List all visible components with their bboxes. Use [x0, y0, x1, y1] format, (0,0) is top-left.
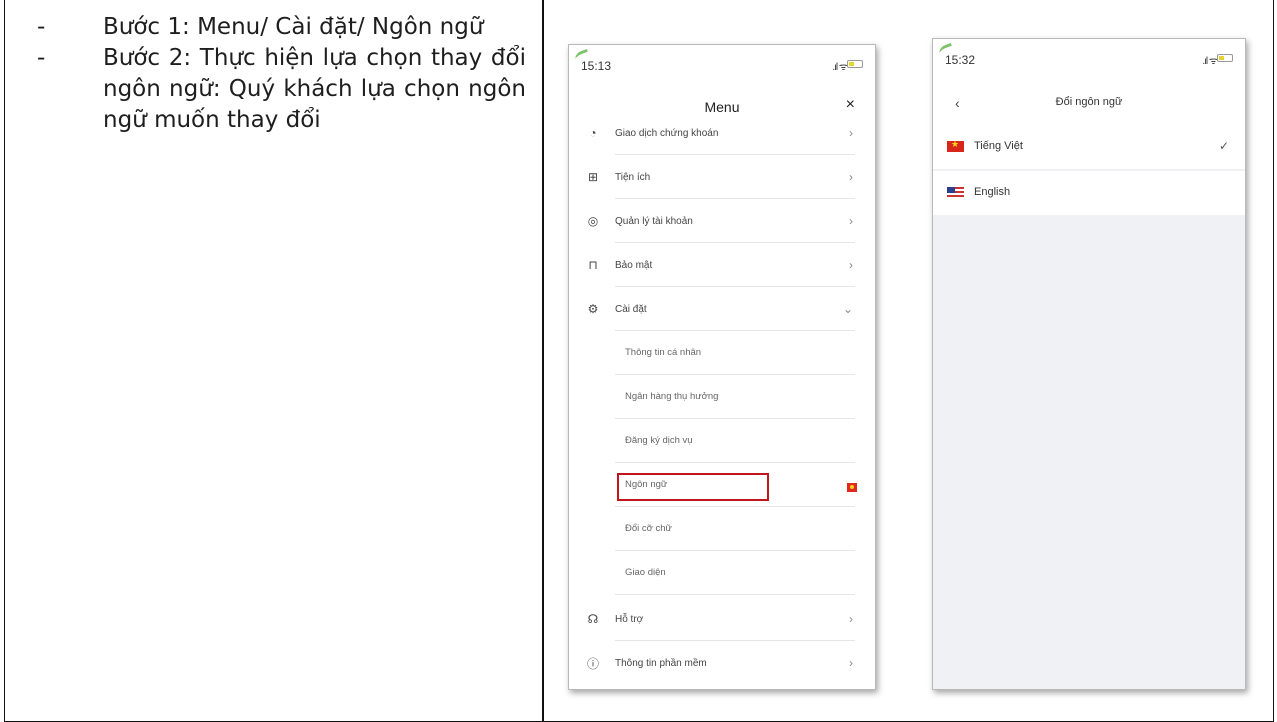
step-text: Bước 2: Thực hiện lựa chọn thay đổi ngôn… [103, 45, 526, 133]
submenu-item-label: Thông tin cá nhân [625, 347, 702, 358]
status-time: 15:13 [581, 59, 612, 73]
submenu-item-label: Ngân hàng thụ hưởng [625, 391, 719, 402]
step-bullet: - [37, 45, 46, 71]
headset-icon: ☊ [587, 612, 599, 626]
submenu-item-service-registration[interactable]: Đăng ký dịch vụ [569, 419, 875, 463]
gear-icon: ⚙ [587, 302, 599, 316]
vietnam-flag-icon [947, 139, 964, 152]
submenu-item-font-size[interactable]: Đổi cỡ chữ [569, 507, 875, 551]
menu-item-label: Quản lý tài khoản [615, 215, 693, 227]
language-option-english[interactable]: English [933, 171, 1245, 215]
menu-item-label: Cài đặt [615, 303, 647, 315]
stock-icon: ◔ [589, 126, 597, 140]
step-bullet: - [37, 14, 46, 40]
menu-item-label: Thông tin phần mềm [615, 657, 707, 669]
submenu-item-theme[interactable]: Giao diện [569, 551, 875, 595]
menu-item-account[interactable]: ◎ Quản lý tài khoản › [569, 199, 875, 243]
change-language-screenshot: 15:32 .ıl ᯤ ‹ Đổi ngôn ngữ Tiếng Việt ✓ … [932, 38, 1246, 690]
language-label: English [974, 186, 1011, 198]
submenu-item-personal-info[interactable]: Thông tin cá nhân [569, 331, 875, 375]
chevron-right-icon: › [849, 170, 853, 184]
menu-item-label: Tiện ích [615, 171, 651, 183]
chevron-right-icon: › [849, 656, 853, 670]
battery-icon [847, 60, 863, 68]
step-2: - Bước 2: Thực hiện lựa chọn thay đổi ng… [29, 43, 526, 136]
status-time: 15:32 [945, 53, 976, 67]
language-option-vietnamese[interactable]: Tiếng Việt ✓ [933, 125, 1245, 169]
submenu-item-label: Đổi cỡ chữ [625, 523, 672, 534]
status-bar: 15:32 .ıl ᯤ [933, 39, 1245, 75]
chevron-right-icon: › [849, 258, 853, 272]
status-bar: 15:13 .ıl ᯤ [569, 45, 875, 81]
us-flag-icon [947, 187, 964, 198]
info-icon: ⓘ [586, 656, 599, 671]
submenu-item-label: Đăng ký dịch vụ [625, 435, 693, 446]
chevron-right-icon: › [849, 126, 853, 140]
menu-item-support[interactable]: ☊ Hỗ trợ › [569, 597, 875, 641]
menu-item-utilities[interactable]: ⊞ Tiện ích › [569, 155, 875, 199]
language-list: Tiếng Việt ✓ English [933, 125, 1245, 689]
language-label: Tiếng Việt [974, 140, 1023, 152]
menu-item-security[interactable]: ⊓ Bảo mật › [569, 243, 875, 287]
submenu-item-beneficiary-bank[interactable]: Ngân hàng thụ hưởng [569, 375, 875, 419]
chevron-right-icon: › [849, 214, 853, 228]
change-language-title: Đổi ngôn ngữ [1055, 96, 1123, 108]
step-text: Bước 1: Menu/ Cài đặt/ Ngôn ngữ [103, 14, 484, 40]
column-divider [542, 0, 544, 722]
menu-item-settings[interactable]: ⚙ Cài đặt ⌄ [569, 287, 875, 331]
language-highlight-box [617, 473, 769, 501]
lock-icon: ⊓ [588, 258, 598, 272]
menu-item-label: Giao dịch chứng khoán [615, 127, 719, 139]
signal-icon: .ıl ᯤ [1202, 56, 1218, 67]
step-1: - Bước 1: Menu/ Cài đặt/ Ngôn ngữ [29, 12, 526, 43]
check-icon: ✓ [1218, 139, 1229, 153]
signal-icon: .ıl ᯤ [832, 62, 848, 73]
steps-column: - Bước 1: Menu/ Cài đặt/ Ngôn ngữ - Bước… [5, 12, 542, 136]
chevron-down-icon: ⌄ [842, 302, 853, 316]
chevron-right-icon: › [849, 612, 853, 626]
vietnam-flag-icon [847, 483, 857, 492]
menu-screenshot: 15:13 .ıl ᯤ Menu × ◔ Giao dịch chứng kho… [568, 44, 876, 690]
account-icon: ◎ [587, 214, 599, 228]
battery-icon [1217, 54, 1233, 62]
submenu-item-label: Giao diện [625, 567, 666, 578]
menu-item-software-info[interactable]: ⓘ Thông tin phần mềm › [569, 641, 875, 685]
menu-item-label: Bảo mật [615, 259, 653, 271]
utilities-icon: ⊞ [587, 170, 599, 184]
menu-item-stock-trading[interactable]: ◔ Giao dịch chứng khoán › [569, 111, 875, 155]
menu-item-label: Hỗ trợ [615, 613, 644, 625]
